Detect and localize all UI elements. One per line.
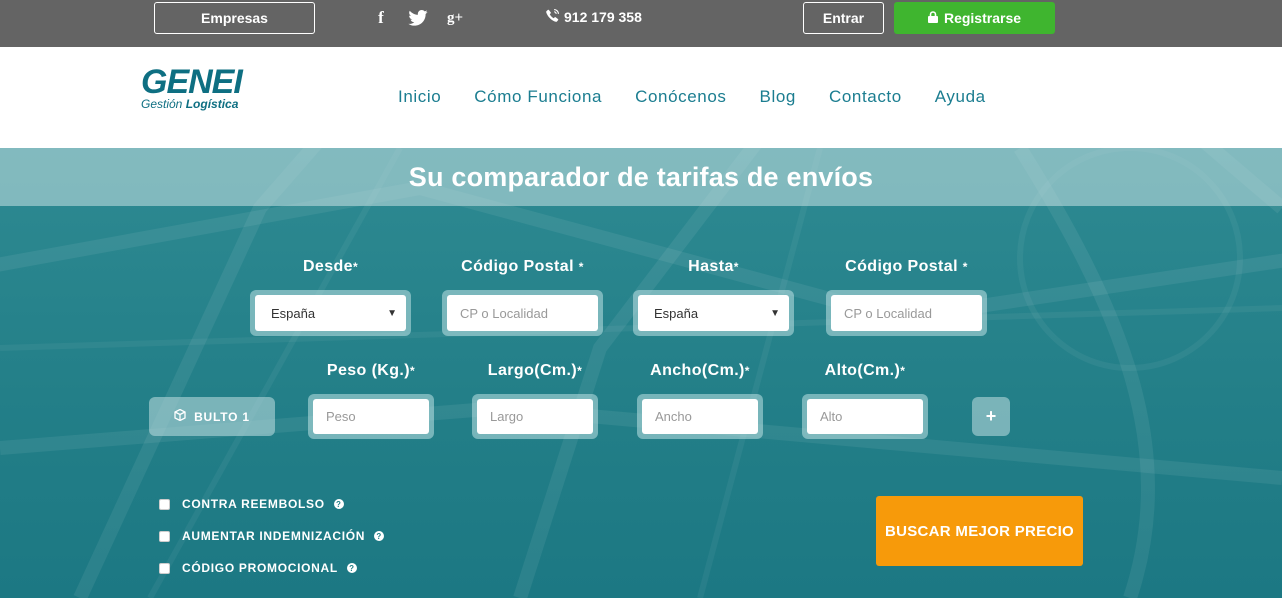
from-cp-input[interactable] xyxy=(447,295,598,331)
registrarse-label: Registrarse xyxy=(943,10,1022,26)
phone-number: 912 179 358 xyxy=(546,9,642,25)
aumentar-indemnizacion-checkbox[interactable] xyxy=(159,530,170,542)
hasta-select[interactable]: España ▼ xyxy=(633,290,794,336)
page-title: Su comparador de tarifas de envíos xyxy=(408,161,874,192)
nav-contacto[interactable]: Contacto xyxy=(829,87,902,107)
peso-label: Peso (Kg.)* xyxy=(326,362,416,379)
alto-label: Alto(Cm.)* xyxy=(824,362,906,379)
alto-input[interactable] xyxy=(807,399,923,434)
buscar-mejor-precio-button[interactable]: BUSCAR MEJOR PRECIO xyxy=(876,496,1083,566)
box-icon xyxy=(174,408,186,424)
hasta-value: España xyxy=(654,305,699,321)
desde-select-box[interactable]: España ▼ xyxy=(255,295,406,331)
nav-inicio[interactable]: Inicio xyxy=(398,87,441,107)
peso-field xyxy=(308,394,434,439)
alto-field xyxy=(802,394,928,439)
codigo-promocional-label: CÓDIGO PROMOCIONAL xyxy=(182,561,338,575)
nav-conocenos[interactable]: Conócenos xyxy=(635,87,726,107)
largo-field xyxy=(472,394,598,439)
caret-down-icon: ▼ xyxy=(770,307,780,319)
logo-title: GENEI xyxy=(141,63,243,101)
main-nav: Inicio Cómo Funciona Conócenos Blog Cont… xyxy=(398,87,986,107)
contra-reembolso-label: CONTRA REEMBOLSO xyxy=(182,497,325,511)
option-contra-reembolso: CONTRA REEMBOLSO ? xyxy=(159,497,344,511)
hasta-select-box[interactable]: España ▼ xyxy=(638,295,789,331)
hasta-label: Hasta* xyxy=(688,258,739,275)
bulto-label: BULTO 1 xyxy=(194,409,250,424)
phone-label: 912 179 358 xyxy=(564,9,642,25)
desde-label: Desde* xyxy=(302,258,359,275)
top-bar: Empresas f g+ 912 179 358 Entrar Registr… xyxy=(0,0,1282,47)
facebook-icon[interactable]: f xyxy=(372,6,390,30)
help-icon[interactable]: ? xyxy=(374,531,385,541)
largo-input[interactable] xyxy=(477,399,593,434)
to-cp-input[interactable] xyxy=(831,295,982,331)
option-codigo-promocional: CÓDIGO PROMOCIONAL ? xyxy=(159,561,357,575)
help-icon[interactable]: ? xyxy=(346,563,357,573)
empresas-button[interactable]: Empresas xyxy=(154,2,315,34)
genei-logo[interactable]: GENEI Gestión Logística xyxy=(141,63,243,111)
logo-subtitle: Gestión Logística xyxy=(141,97,239,111)
ancho-label: Ancho(Cm.)* xyxy=(650,362,750,379)
option-aumentar-indemnizacion: AUMENTAR INDEMNIZACIÓN ? xyxy=(159,529,385,543)
rate-comparator-section: Su comparador de tarifas de envíos Desde… xyxy=(0,148,1282,598)
lock-icon xyxy=(927,10,938,26)
to-cp-label: Código Postal * xyxy=(845,258,968,275)
caret-down-icon: ▼ xyxy=(387,307,397,319)
google-plus-icon[interactable]: g+ xyxy=(444,6,466,30)
add-bulto-button[interactable]: + xyxy=(972,397,1010,436)
largo-label: Largo(Cm.)* xyxy=(487,362,583,379)
main-header: GENEI Gestión Logística Inicio Cómo Func… xyxy=(0,47,1282,148)
bulto-button[interactable]: BULTO 1 xyxy=(149,397,275,436)
help-icon[interactable]: ? xyxy=(333,499,344,509)
registrarse-button[interactable]: Registrarse xyxy=(894,2,1055,34)
title-band: Su comparador de tarifas de envíos xyxy=(0,148,1282,206)
codigo-promocional-checkbox[interactable] xyxy=(159,562,170,574)
nav-como-funciona[interactable]: Cómo Funciona xyxy=(474,87,602,107)
ancho-field xyxy=(637,394,763,439)
ancho-input[interactable] xyxy=(642,399,758,434)
peso-input[interactable] xyxy=(313,399,429,434)
nav-ayuda[interactable]: Ayuda xyxy=(935,87,986,107)
desde-select[interactable]: España ▼ xyxy=(250,290,411,336)
nav-blog[interactable]: Blog xyxy=(760,87,796,107)
twitter-icon[interactable] xyxy=(406,6,430,30)
from-cp-field xyxy=(442,290,603,336)
to-cp-field xyxy=(826,290,987,336)
contra-reembolso-checkbox[interactable] xyxy=(159,498,170,510)
aumentar-indemnizacion-label: AUMENTAR INDEMNIZACIÓN xyxy=(182,529,366,543)
entrar-button[interactable]: Entrar xyxy=(803,2,884,34)
from-cp-label: Código Postal * xyxy=(461,258,584,275)
desde-value: España xyxy=(271,305,316,321)
phone-icon xyxy=(546,9,559,25)
